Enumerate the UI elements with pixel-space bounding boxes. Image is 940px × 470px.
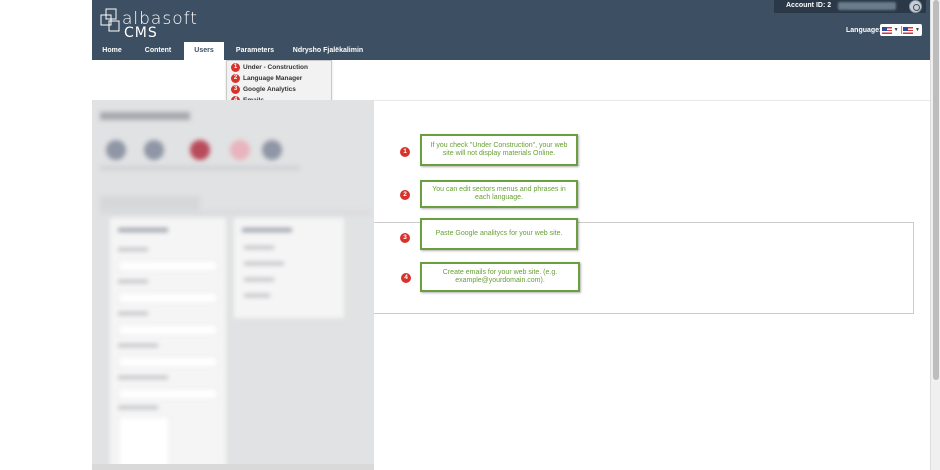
power-icon[interactable] bbox=[909, 0, 922, 13]
chevron-down-icon: ▼ bbox=[893, 27, 899, 33]
account-name-blurred bbox=[838, 2, 896, 10]
header-bar: albasoft CMS Account ID: 2 Language: ▼ ▼… bbox=[92, 0, 930, 60]
callout-number-1: 1 bbox=[400, 147, 410, 157]
chevron-down-icon: ▼ bbox=[915, 27, 920, 33]
callout-number-3: 3 bbox=[400, 233, 410, 243]
menu-item-label: Google Analytics bbox=[243, 86, 296, 93]
nav-change-password[interactable]: Ndrysho Fjalëkalimin bbox=[286, 42, 370, 60]
vertical-scrollbar[interactable] bbox=[930, 0, 940, 470]
logo[interactable]: albasoft CMS bbox=[100, 6, 210, 41]
page-root: albasoft CMS Account ID: 2 Language: ▼ ▼… bbox=[0, 0, 940, 470]
number-badge: 2 bbox=[231, 74, 240, 83]
number-badge: 3 bbox=[231, 85, 240, 94]
us-flag-icon bbox=[903, 26, 914, 34]
language-label: Language: bbox=[846, 27, 882, 34]
menu-item-label: Under - Construction bbox=[243, 64, 308, 71]
scrollbar-thumb[interactable] bbox=[933, 0, 939, 380]
number-badge: 1 bbox=[231, 63, 240, 72]
menu-item-language-manager[interactable]: 2 Language Manager bbox=[231, 73, 302, 84]
language-select[interactable]: ▼ ▼ bbox=[880, 24, 922, 36]
callout-number-4: 4 bbox=[401, 273, 411, 283]
account-id: Account ID: 2 bbox=[786, 2, 832, 9]
menu-item-label: Language Manager bbox=[243, 75, 303, 82]
nav-home[interactable]: Home bbox=[92, 42, 132, 60]
nav-content[interactable]: Content bbox=[132, 42, 184, 60]
callout-number-2: 2 bbox=[400, 190, 410, 200]
us-flag-icon bbox=[882, 26, 892, 34]
nav-users[interactable]: Users bbox=[184, 42, 224, 60]
nav-parameters[interactable]: Parameters bbox=[224, 42, 286, 60]
main-nav: Home Content Users Parameters Ndrysho Fj… bbox=[92, 42, 370, 60]
logo-subtext: CMS bbox=[124, 25, 158, 41]
menu-item-under-construction[interactable]: 1 Under - Construction bbox=[231, 62, 308, 73]
blurred-content bbox=[92, 100, 374, 470]
callout-google-analytics: Paste Google analitycs for your web site… bbox=[420, 218, 578, 250]
menu-item-google-analytics[interactable]: 3 Google Analytics bbox=[231, 84, 296, 95]
divider bbox=[900, 26, 902, 34]
callout-emails: Create emails for your web site. (e.g. e… bbox=[420, 262, 580, 292]
content-divider bbox=[374, 100, 930, 101]
callout-language-manager: You can edit sectors menus and phrases i… bbox=[420, 180, 578, 208]
horizontal-scrollbar[interactable] bbox=[92, 464, 374, 470]
callout-under-construction: If you check "Under Construction", your … bbox=[420, 134, 578, 166]
logo-icon bbox=[100, 8, 120, 32]
blurred-user-panel bbox=[92, 100, 374, 470]
